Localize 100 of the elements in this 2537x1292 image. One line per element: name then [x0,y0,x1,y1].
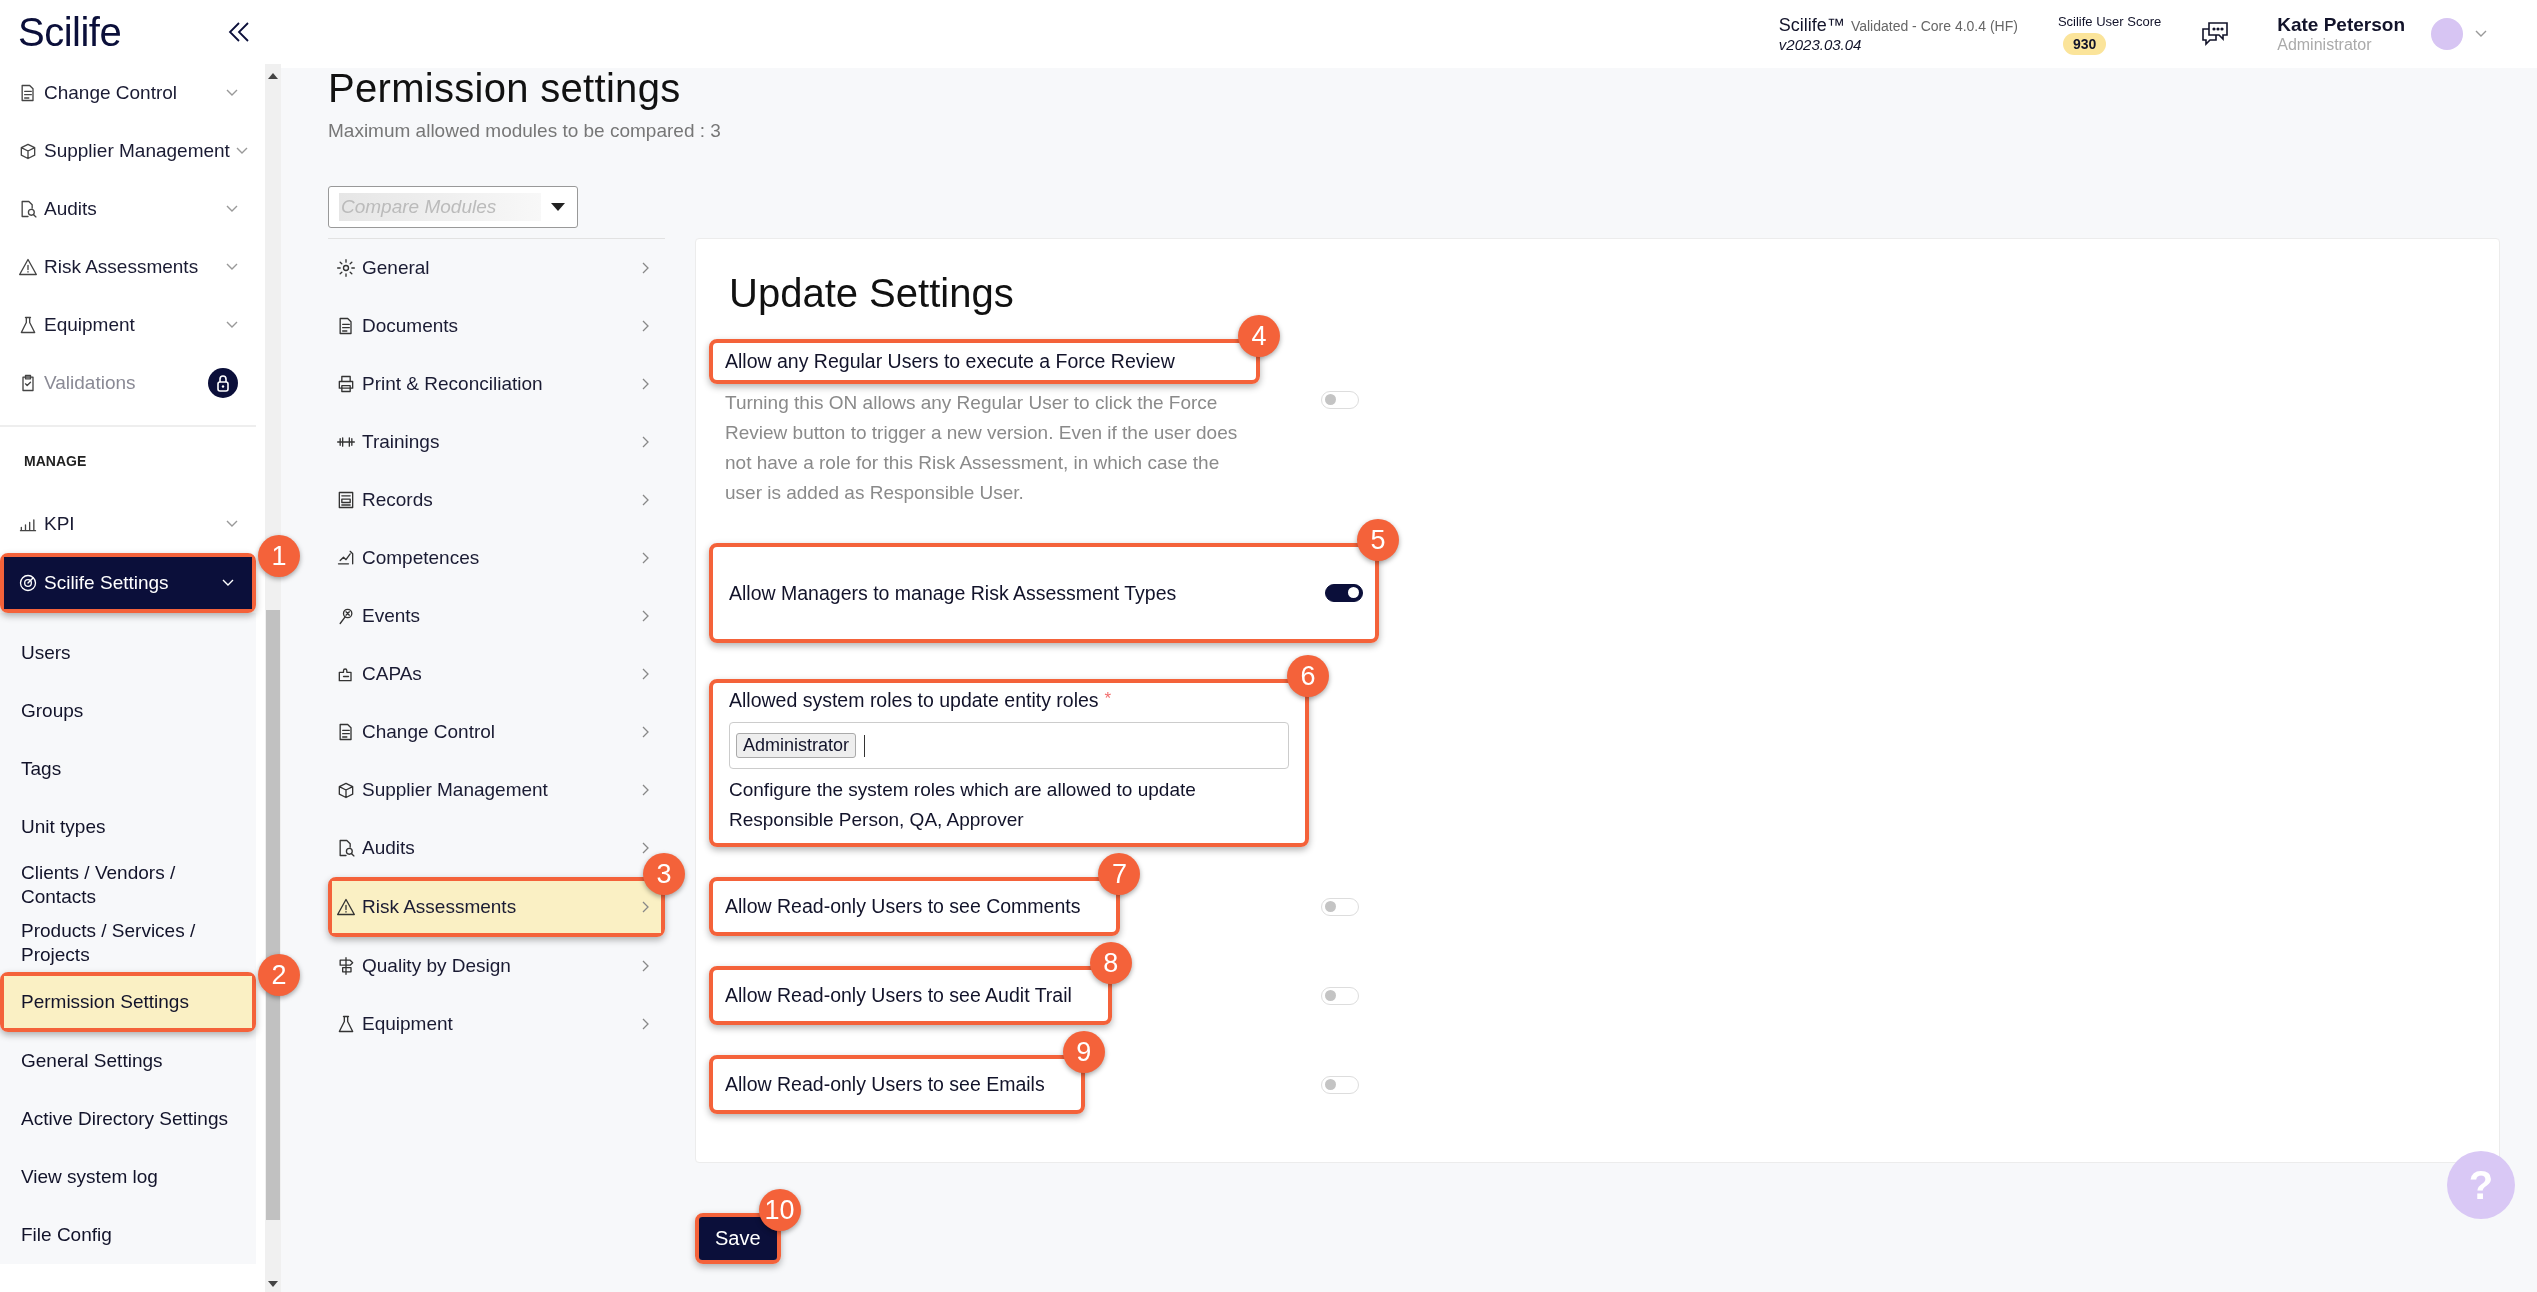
nav-subitem[interactable]: Groups [0,682,256,740]
chevron-icon [642,436,649,448]
callout-badge: 10 [758,1189,801,1231]
nav-subitem[interactable]: Active Directory Settings [0,1090,256,1148]
module-nav-item[interactable]: Documents [328,297,665,355]
module-nav-item[interactable]: Trainings [328,413,665,471]
chevron-icon [642,552,649,564]
module-nav-item[interactable]: Records [328,471,665,529]
module-nav-item[interactable]: Events [328,587,665,645]
chevron-icon [642,960,649,972]
scroll-down-icon[interactable] [268,1280,278,1288]
callout-badge: 4 [1238,315,1280,357]
chevron-icon [642,668,649,680]
callout-badge: 9 [1062,1031,1105,1073]
nav-subitem[interactable]: General Settings [0,1032,256,1090]
required-mark: * [1104,689,1112,708]
chevron-icon [642,320,649,332]
nav-subitem[interactable]: Products / Services / Projects [0,914,256,972]
flask-icon [336,1014,356,1034]
flask-icon [18,315,38,335]
module-nav-item[interactable]: Equipment [328,995,665,1053]
box-icon [18,141,38,161]
chevron-icon [642,378,649,390]
nav-item[interactable]: Audits [0,180,256,238]
nav-subitem[interactable]: Clients / Vendors / Contacts [0,856,256,914]
nav-subitem[interactable]: Unit types [0,798,256,856]
field-help-text: Configure the system roles which are allowed to update Responsible Person, QA, Approver [729,778,1197,832]
module-nav-item[interactable]: CAPAs [328,645,665,703]
page-title: Permission settings [328,68,682,108]
nav-subitem[interactable]: File Config [0,1206,256,1264]
score-badge: 930 [2062,32,2107,55]
module-nav-item[interactable]: Quality by Design [328,937,665,995]
nav-subitem[interactable]: Permission Settings [4,976,252,1028]
callout-badge: 5 [1357,519,1399,561]
chevron-icon [226,321,238,329]
chevron-icon [642,901,649,913]
role-tag[interactable]: Administrator [736,733,857,758]
setting-label: Allow Read-only Users to see Comments [725,895,1081,917]
user-name: Kate Peterson [2277,14,2405,36]
chevron-icon [642,262,649,274]
chevron-icon [642,784,649,796]
nav-subitem[interactable]: Users [0,624,256,682]
chevron-icon [226,89,238,97]
callout-badge: 3 [643,853,685,895]
page-subtitle: Maximum allowed modules to be compared : 3 [328,120,722,142]
chevron-icon [222,579,234,587]
scroll-up-icon[interactable] [268,72,278,80]
callout-badge: 7 [1098,853,1141,895]
list-icon [336,490,356,510]
nav-subitem[interactable]: View system log [0,1148,256,1206]
roles-field[interactable]: Administrator [729,722,1289,769]
line-chart-icon [336,548,356,568]
chevron-icon [226,205,238,213]
warning-icon [336,897,356,917]
product-name: Scilife™ [1778,15,1845,36]
chevron-icon [642,842,649,854]
nav-item[interactable]: Equipment [0,296,256,354]
chevron-icon [642,610,649,622]
chat-icon[interactable] [2201,21,2230,47]
setting-description: Turning this ON allows any Regular User to click the Force Review button to trigger a new version. Even if the user does not have a role for this Risk Assessment, in which case the user is added as Responsible User. [725,391,1239,505]
chevron-icon [2475,30,2487,38]
module-nav-item[interactable]: Change Control [328,703,665,761]
callout-badge: 1 [258,535,300,577]
chevron-icon [226,263,238,271]
module-nav-item[interactable]: Supplier Management [328,761,665,819]
score-label: Scilife User Score [2057,13,2162,29]
card-title: Update Settings [729,270,1015,317]
edition-label: Validated - Core 4.0.4 (HF) [1850,18,2018,34]
nav-item[interactable]: Supplier Management [0,122,256,180]
nav-item[interactable]: KPI [0,495,256,553]
nav-item[interactable]: Scilife Settings [4,557,252,609]
caret-icon [551,203,565,211]
warning-icon [18,257,38,277]
setting-label: Allow Read-only Users to see Emails [725,1073,1045,1095]
chevron-icon [235,147,248,155]
callout-badge: 2 [258,954,300,996]
user-role: Administrator [2277,36,2373,54]
section-title: MANAGE [23,452,88,471]
chevron-icon [642,494,649,506]
collapse-icon[interactable] [227,20,251,44]
nav-item[interactable]: Risk Assessments [0,238,256,296]
field-label: Allowed system roles to update entity roles [729,689,1099,711]
nav-item[interactable]: Change Control [0,64,256,122]
avatar[interactable] [2431,18,2463,50]
nav-item[interactable]: Validations [0,354,256,412]
chevron-icon [642,1018,649,1030]
callout-badge: 8 [1089,942,1132,984]
printer-icon [336,374,356,394]
lock-icon [208,368,238,398]
module-nav-item[interactable]: General [328,239,665,297]
module-nav-item[interactable]: Competences [328,529,665,587]
setting-label: Allow Read-only Users to see Audit Trail [725,984,1072,1006]
nav-subitem[interactable]: Tags [0,740,256,798]
module-nav-item[interactable]: Print & Reconciliation [328,355,665,413]
logo: Scilife [18,9,122,55]
toggle-switch[interactable] [1325,584,1363,602]
callout-badge: 6 [1287,655,1329,697]
target-icon [18,573,38,593]
version-label: v2023.03.04 [1778,36,1863,53]
setting-label: Allow any Regular Users to execute a Force Review [725,350,1175,372]
